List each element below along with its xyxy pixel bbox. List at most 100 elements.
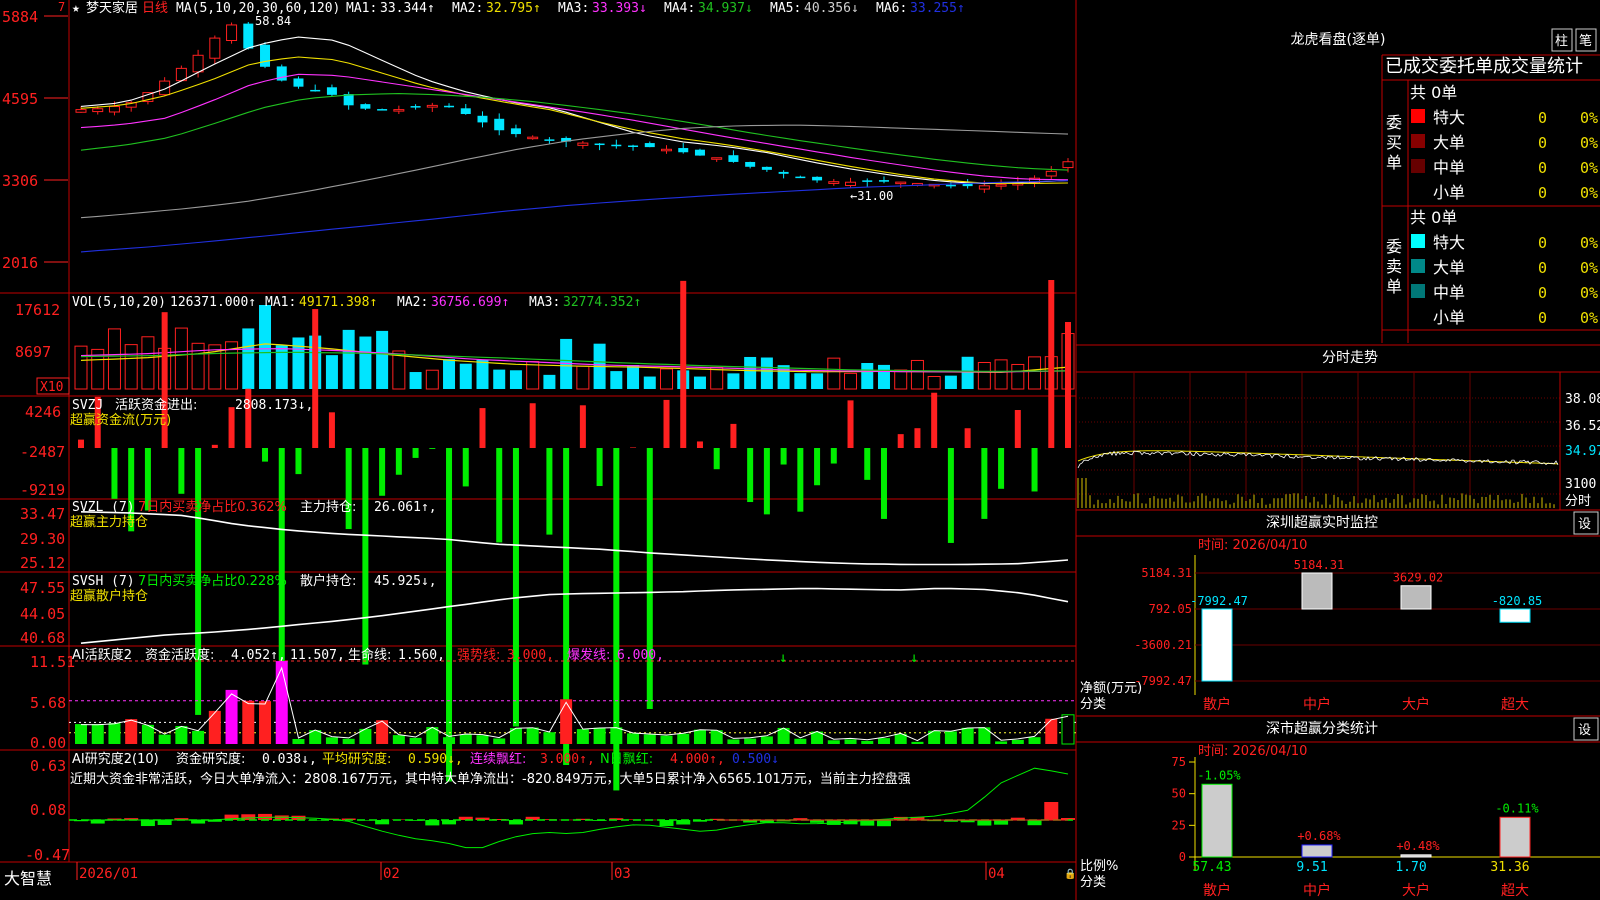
candle-up (108, 105, 120, 113)
price-tick: 3306 (2, 172, 38, 190)
high-price-mark: 58.84 (255, 14, 291, 28)
candle-down (795, 176, 806, 179)
ai-research-tick: -0.47 (25, 846, 70, 864)
sell-side-char: 卖 (1386, 257, 1402, 276)
svzl-tick: 29.30 (20, 530, 65, 548)
svsh-tick: 44.05 (20, 605, 65, 623)
fund-flow-bar (931, 392, 938, 448)
fund-flow-bar (763, 448, 770, 515)
fund-flow-bar (262, 448, 269, 462)
x-axis-label: 2026/01 (79, 866, 138, 882)
corner-mark: 7 (58, 0, 65, 14)
activity-bar (342, 738, 355, 744)
order-size-swatch (1411, 284, 1425, 298)
svsh-value: 45.925↓, (374, 574, 437, 589)
vol-title: VOL(5,10,20) (72, 295, 166, 310)
candle-down (745, 161, 756, 167)
fund-flow-bar (981, 448, 988, 519)
volume-bar-down (727, 373, 740, 389)
monitor-value-label: 5184.31 (1294, 558, 1345, 572)
life-value: 1.560, (398, 648, 445, 663)
monitor-bar (1301, 572, 1333, 610)
fund-flow-bar (529, 403, 536, 448)
fund-flow-bar (914, 428, 921, 448)
activity-bar (476, 735, 489, 744)
candle-down (728, 155, 739, 162)
classify-category: 中户 (1303, 882, 1331, 899)
activity-bar (760, 736, 773, 744)
activity-bar (409, 737, 422, 744)
fund-flow-bar (830, 448, 837, 464)
classify-category: 超大 (1501, 883, 1529, 899)
volume-bar-down (409, 372, 422, 389)
stock-name: 梦天家居 (86, 0, 138, 16)
activity-bar (392, 735, 405, 744)
research-bar (876, 820, 891, 827)
volume-bar-down (292, 337, 305, 389)
intraday-price-line (1077, 450, 1559, 469)
fund-flow-bar (780, 448, 787, 465)
monitor-value-label: -7992.47 (1190, 594, 1248, 608)
svzl-ratio: 7日内买卖净占比0.362% (138, 499, 287, 515)
fund-flow-bar (178, 448, 185, 494)
order-size-count: 0 (1538, 234, 1547, 252)
column-view-label: 柱 (1555, 34, 1568, 49)
vol-ma-value: 32774.352↑ (563, 295, 641, 310)
candle-up (209, 37, 221, 59)
candle-down (644, 143, 655, 148)
classify-change-label: +0.68% (1297, 829, 1341, 843)
volume-bar-down (359, 336, 372, 389)
candle-down (293, 78, 304, 87)
activity-bar (877, 738, 890, 744)
candle-up (527, 136, 539, 140)
activity-bar (275, 661, 288, 744)
sell-side-char: 单 (1386, 277, 1402, 296)
fund-flow-bar (596, 448, 603, 487)
candle-down (377, 109, 388, 111)
candle-down (694, 149, 705, 156)
ma5-line (80, 124, 1069, 219)
main-holding-line (80, 511, 1069, 566)
stat-title: 已成交委托单成交量统计 (1385, 56, 1583, 77)
fund-flow-bar (1014, 410, 1021, 448)
order-size-name: 大单 (1433, 133, 1465, 152)
ma-value: 33.344↑ (380, 1, 435, 16)
volume-bar-down (760, 357, 773, 389)
n-day-red-value: 4.000↑, (670, 752, 725, 767)
order-size-count: 0 (1538, 184, 1547, 202)
brand-logo: 大智慧 (4, 869, 52, 888)
activity-bar (677, 733, 690, 744)
activity-bar (1011, 739, 1024, 744)
candle-down (544, 139, 555, 141)
activity-bar (543, 732, 556, 744)
volume-bar-down (627, 364, 640, 389)
volume-bar-down (744, 356, 757, 389)
fund-flow-bar (880, 448, 887, 519)
buy-total: 共 0单 (1410, 83, 1457, 102)
candle-down (862, 180, 873, 182)
order-size-name: 特大 (1433, 233, 1465, 252)
svzl-subtitle: 超赢主力持仓 (70, 514, 148, 530)
candle-down (460, 108, 471, 115)
candle-up (192, 54, 204, 73)
strong-label: 强势线: (457, 647, 500, 663)
order-size-swatch (1411, 109, 1425, 123)
stock-chart-canvas[interactable]: 58844595330620167 ★ 梦天家居 日线 MA(5,10,20,30,60… (0, 0, 1600, 900)
activity-bar (961, 727, 974, 744)
longhu-title: 龙虎看盘(逐单) (1291, 31, 1386, 48)
activity-bar (727, 739, 740, 744)
activity-bar (593, 727, 606, 744)
activity-bar (158, 734, 171, 744)
ma-value-label: MA6: (876, 1, 907, 16)
candle-down (878, 180, 889, 182)
candle-down (611, 144, 622, 147)
retail-holding-line (80, 587, 1069, 644)
research-comment: 近期大资金非常活跃，今日大单净流入：2808.167万元，其中特大单净流出：-8… (70, 771, 911, 787)
ai-research-label: 资金研究度: (176, 751, 245, 767)
research-bar (425, 820, 440, 826)
order-size-swatch (1411, 159, 1425, 173)
ai-active-label: 资金活跃度: (145, 647, 214, 663)
fund-flow-bar (646, 448, 653, 709)
order-size-pct: 0% (1580, 109, 1598, 127)
monitor-category: 中户 (1303, 696, 1331, 713)
